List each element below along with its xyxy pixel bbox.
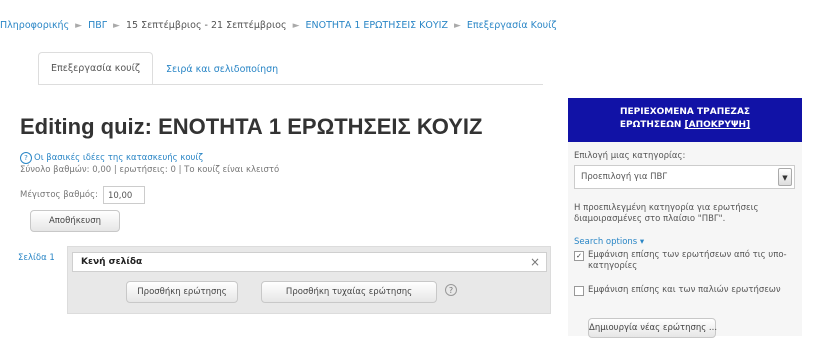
max-grade-input[interactable]: 10,00 <box>102 186 145 204</box>
section-heading[interactable]: Κενή σελίδα <box>72 252 547 272</box>
help-link[interactable]: ? Οι βασικές ιδέες της κατασκευής κουίζ <box>20 152 203 164</box>
old-questions-option-label: Εμφάνιση επίσης και των παλιών ερωτήσεων <box>588 285 781 295</box>
breadcrumb-item-week[interactable]: 15 Σεπτέμβριος - 21 Σεπτέμβριος <box>126 20 287 31</box>
question-bank-title: ΠΕΡΙΕΧΟΜΕΝΑ ΤΡΑΠΕΖΑΣ <box>619 107 751 117</box>
hide-question-bank-link[interactable]: [ΑΠΟΚΡΥΨΗ] <box>685 120 751 130</box>
breadcrumb-item-course[interactable]: ΠΒΓ <box>88 20 107 31</box>
close-icon[interactable]: × <box>527 253 543 271</box>
page-title: Editing quiz: ΕΝΟΤΗΤΑ 1 ΕΡΩΤΗΣΕΙΣ ΚΟΥΙΖ <box>20 114 483 139</box>
tab-bar: Επεξεργασία κουίζ Σειρά και σελιδοποίηση <box>38 52 291 84</box>
tab-divider <box>38 84 543 85</box>
add-question-button[interactable]: Προσθήκη ερώτησης <box>126 281 238 303</box>
max-grade-label: Μέγιστος βαθμός: <box>20 190 98 200</box>
breadcrumb-separator: ► <box>292 20 300 31</box>
breadcrumb: Πληροφορικής ► ΠΒΓ ► 15 Σεπτέμβριος - 21 Σεπ… <box>0 20 815 38</box>
help-icon: ? <box>20 152 32 164</box>
breadcrumb-separator: ► <box>75 20 83 31</box>
chevron-down-icon[interactable]: ▼ <box>778 168 792 186</box>
question-bank-header: ΠΕΡΙΕΧΟΜΕΝΑ ΤΡΑΠΕΖΑΣ ΕΡΩΤΗΣΕΩΝ [ΑΠΟΚΡΥΨΗ… <box>568 98 802 142</box>
search-options-toggle[interactable]: Search options ▾ <box>574 237 644 247</box>
quiz-summary: Σύνολο βαθμών: 0,00 | ερωτήσεις: 0 | Το … <box>20 165 280 175</box>
save-button[interactable]: Αποθήκευση <box>30 210 120 232</box>
old-questions-option[interactable]: Εμφάνιση επίσης και των παλιών ερωτήσεων <box>574 285 800 296</box>
breadcrumb-item-edit-quiz[interactable]: Επεξεργασία Κουίζ <box>467 20 557 31</box>
tab-edit-quiz[interactable]: Επεξεργασία κουίζ <box>38 52 154 84</box>
category-label: Επιλογή μιας κατηγορίας: <box>574 151 686 161</box>
breadcrumb-separator: ► <box>113 20 120 31</box>
category-note: Η προεπιλεγμένη κατηγορία για ερωτήσεις … <box>574 203 759 224</box>
subcategories-checkbox[interactable]: ✓ <box>574 251 584 261</box>
category-select-value: Προεπιλογή για ΠΒΓ <box>581 172 668 182</box>
breadcrumb-item-course-category[interactable]: Πληροφορικής <box>0 20 69 31</box>
question-bank-title-line2: ΕΡΩΤΗΣΕΩΝ [ΑΠΟΚΡΥΨΗ] <box>619 120 751 130</box>
category-select[interactable]: Προεπιλογή για ΠΒΓ ▼ <box>574 165 795 189</box>
subcategories-option[interactable]: ✓ Εμφάνιση επίσης των ερωτήσεων από τις … <box>574 250 800 272</box>
max-grade-row: Μέγιστος βαθμός: 10,00 <box>20 186 145 204</box>
old-questions-checkbox[interactable] <box>574 286 584 296</box>
create-new-question-button[interactable]: Δημιουργία νέας ερώτησης ... <box>588 318 717 338</box>
breadcrumb-item-quiz[interactable]: ΕΝΟΤΗΤΑ 1 ΕΡΩΤΗΣΕΙΣ ΚΟΥΙΖ <box>305 20 448 31</box>
help-link-text[interactable]: Οι βασικές ιδέες της κατασκευής κουίζ <box>34 153 203 163</box>
help-icon[interactable]: ? <box>445 284 457 296</box>
tab-order-and-paging[interactable]: Σειρά και σελιδοποίηση <box>153 55 291 84</box>
page-label: Σελίδα 1 <box>18 253 55 263</box>
add-random-question-button[interactable]: Προσθήκη τυχαίας ερώτησης <box>261 281 437 303</box>
breadcrumb-separator: ► <box>454 20 461 31</box>
subcategories-option-label: Εμφάνιση επίσης των ερωτήσεων από τις υπ… <box>588 250 787 271</box>
